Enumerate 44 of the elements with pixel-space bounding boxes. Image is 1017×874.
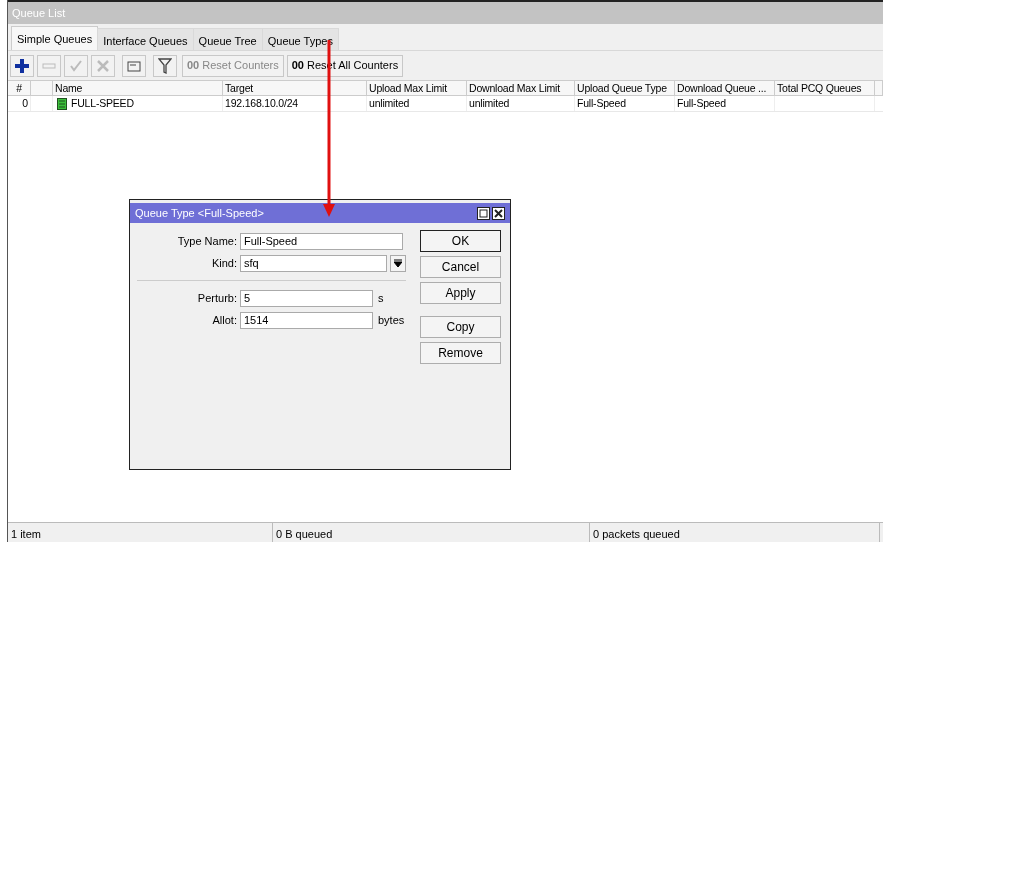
filter-icon[interactable]	[153, 54, 177, 77]
window-title: Queue List	[8, 2, 883, 24]
table-cell: 192.168.10.0/24	[225, 97, 298, 110]
field-label: Type Name:	[176, 233, 237, 249]
input-field[interactable]: Full-Speed	[240, 232, 403, 250]
column-header: Total PCQ Queues	[775, 81, 875, 95]
column-header: #	[8, 81, 31, 95]
kind-dropdown[interactable]: sfq	[240, 254, 387, 272]
dialog-button[interactable]: Copy	[420, 316, 501, 338]
table-cell: Full-Speed	[677, 97, 726, 110]
column-header: Download Max Limit	[467, 81, 575, 95]
input-field[interactable]: 5	[240, 289, 373, 307]
dialog-button[interactable]: Remove	[420, 342, 501, 364]
table-cell: FULL-SPEED	[71, 97, 134, 110]
column-header: Upload Max Limit	[367, 81, 467, 95]
table-cell: Full-Speed	[577, 97, 626, 110]
caret-icon	[394, 259, 402, 267]
input-field[interactable]: 1514	[240, 311, 373, 329]
column-header: Download Queue ...	[675, 81, 775, 95]
column-header: Name	[53, 81, 223, 95]
status-text: 0 packets queued	[590, 523, 880, 542]
table-cell: 0	[22, 97, 28, 110]
dialog-button[interactable]: OK	[420, 230, 501, 252]
plus-icon[interactable]	[10, 54, 34, 77]
field-label: Kind:	[210, 255, 237, 271]
column-header: Upload Queue Type	[575, 81, 675, 95]
dropdown-button[interactable]	[390, 254, 406, 272]
dialog-button[interactable]: Apply	[420, 282, 501, 304]
field-label: Allot:	[211, 312, 237, 328]
table-cell: unlimited	[469, 97, 510, 110]
dialog-button[interactable]: Cancel	[420, 256, 501, 278]
tab[interactable]: Queue Tree	[192, 28, 263, 50]
column-header: Target	[223, 81, 367, 95]
maximize-icon[interactable]	[477, 206, 490, 220]
dialog-title: Queue Type <Full-Speed>	[135, 205, 264, 221]
status-text: 1 item	[8, 523, 273, 542]
status-text: 0 B queued	[273, 523, 590, 542]
tab[interactable]: Simple Queues	[11, 26, 99, 50]
close-icon[interactable]	[492, 206, 505, 220]
tab[interactable]: Interface Queues	[97, 28, 194, 50]
table-cell: unlimited	[369, 97, 410, 110]
field-label: Perturb:	[196, 290, 237, 306]
unit-label: s	[378, 290, 384, 306]
unit-label: bytes	[378, 312, 405, 328]
